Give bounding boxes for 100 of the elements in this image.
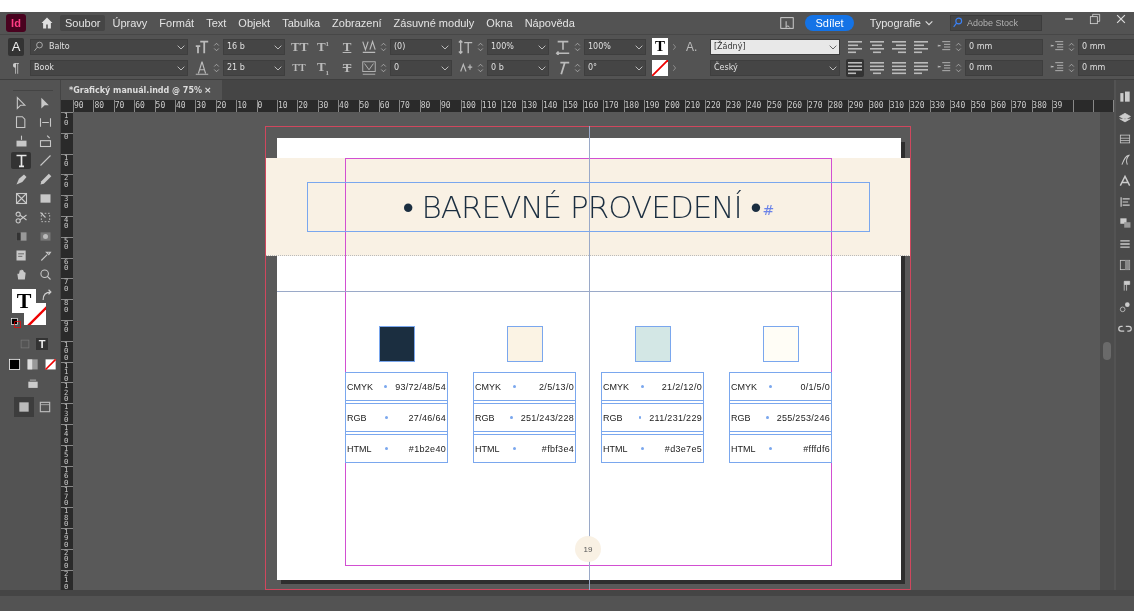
document-tab[interactable]: *Grafický manuál.indd @ 75% × [61,80,222,100]
text-frame[interactable]: RGB 211/231/229 [602,403,703,432]
text-frame[interactable]: HTML #1b2e40 [346,434,447,462]
panel-button[interactable] [1118,300,1132,314]
indent-field[interactable]: 0 mm [1078,38,1134,55]
text-style-button[interactable]: T$_{1}$ [315,58,331,77]
indent-field[interactable]: 0 mm [1078,59,1134,76]
text-frame[interactable]: RGB 27/46/64 [346,403,447,432]
swatch-effects-icon [1118,300,1132,314]
value-text: 93/72/48/54 [395,381,446,392]
language-dropdown[interactable]: Český [710,59,840,76]
menu-item[interactable]: Okna [481,15,518,31]
ruler-number: 90 [440,100,452,112]
text-frame[interactable]: CMYK 21/2/12/0 [602,373,703,401]
text-frame[interactable]: HTML #d3e7e5 [602,434,703,462]
panel-button[interactable] [1118,90,1132,104]
menu-item[interactable]: Soubor [60,15,106,31]
share-button[interactable]: Sdílet [805,15,854,31]
align-button[interactable] [846,58,864,77]
ruler-number: 180 [623,100,640,112]
indent-field[interactable]: 0 mm [965,38,1043,55]
value-label: CMYK [731,381,758,392]
container-icon [17,337,32,351]
value-text: 0/1/5/0 [799,381,830,392]
font-size-field[interactable]: 16 b [223,38,285,55]
tool-button[interactable] [11,152,31,169]
panel-button[interactable] [1118,216,1132,230]
ruler-number: 330 [929,100,946,112]
tab-marker-icon [513,385,516,388]
ruler-number: 90 [73,100,85,112]
text-frame[interactable]: RGB 251/243/228 [474,403,575,432]
tracking-field[interactable]: 0 [390,59,452,76]
mode-button[interactable]: ¶ [8,58,24,77]
links-icon [1118,132,1132,146]
screen-mode-button[interactable] [779,15,796,31]
font-style-field[interactable]: Book [30,59,188,76]
vscale-field[interactable]: 100% [487,38,549,55]
panel-button[interactable] [1118,174,1132,188]
ruler-number: 380 [1031,100,1048,112]
baseline-field[interactable]: 0 b [487,59,549,76]
panel-button[interactable] [1118,132,1132,146]
none-icon [44,357,58,371]
value-text: 211/231/229 [649,412,702,423]
kerning-icon [361,38,377,55]
skew-field[interactable]: 0° [584,59,646,76]
ruler-number: 40 [174,100,187,112]
page-title: • BAREVNÉ PROVEDENÍ • [402,188,761,226]
scroll-thumb[interactable] [1103,342,1111,360]
text-style-button[interactable]: T [339,38,355,55]
panel-button[interactable] [1118,195,1132,209]
menu-item[interactable]: Text [201,15,232,31]
text-frame[interactable]: CMYK 93/72/48/54 [346,373,447,401]
text-style-button[interactable]: TT [291,38,307,55]
text-style-button[interactable]: T$^{1}$ [315,38,331,55]
workspace-switcher[interactable]: Typografie [869,17,934,29]
home-icon [40,16,54,30]
normal-mode-button[interactable] [14,397,34,417]
ruler-number: 10 [236,100,248,112]
character-style-dropdown[interactable]: [Žádný] [710,38,840,55]
text-frame[interactable]: CMYK 2/5/13/0 [474,373,575,401]
text-frame[interactable]: HTML #fbf3e4 [474,434,575,462]
text-style-button[interactable]: TT [291,62,307,73]
menu-item[interactable]: Tabulka [277,15,326,31]
preview-mode-icon [38,400,52,414]
ruler-number: 280 [827,100,844,112]
ruler-number: 100 [460,100,477,112]
text-frame[interactable]: CMYK 0/1/5/0 [730,373,831,401]
ruler-number: 39 [1051,100,1064,112]
menu-item[interactable]: Zásuvné moduly [388,15,480,31]
leading-field[interactable]: 21 b [223,59,285,76]
zoom-tool-icon [37,267,53,282]
text-frame[interactable]: • BAREVNÉ PROVEDENÍ •# [307,182,870,232]
menu-item[interactable]: Zobrazení [327,15,387,31]
ruler-number: 120 [501,100,518,112]
panel-button[interactable] [1118,111,1132,125]
text-style-button[interactable]: T [339,59,355,76]
ruler-number: 250 [766,100,783,112]
font-family-field[interactable]: Balto [30,38,188,55]
vertical-scrollbar[interactable] [1100,112,1114,590]
hscale-field[interactable]: 100% [584,38,646,55]
mode-button[interactable]: A [8,37,24,56]
close-tab-button[interactable]: × [204,85,212,95]
kerning-field[interactable]: (0) [390,38,452,55]
panel-button[interactable] [1118,237,1132,251]
value-label: RGB [731,412,752,423]
search-field[interactable]: Adobe Stock [950,15,1042,31]
ruler-number: 40 [338,100,350,112]
panel-button[interactable] [1118,153,1132,167]
formatting-text-button[interactable]: T [35,338,49,350]
tab-marker-icon [509,416,513,419]
text-frame[interactable]: HTML #fffdf6 [730,434,831,462]
menu-item[interactable]: Formát [154,15,200,31]
menu-item[interactable]: Úpravy [107,15,153,31]
text-frame[interactable]: RGB 255/253/246 [730,403,831,432]
panel-button[interactable] [1118,258,1132,272]
indent-field[interactable]: 0 mm [965,59,1043,76]
menu-item[interactable]: Nápověda [519,15,580,31]
text-fill-swatch[interactable]: T [652,38,668,55]
fill-swatch[interactable]: T [12,289,36,313]
menu-item[interactable]: Objekt [233,15,276,31]
